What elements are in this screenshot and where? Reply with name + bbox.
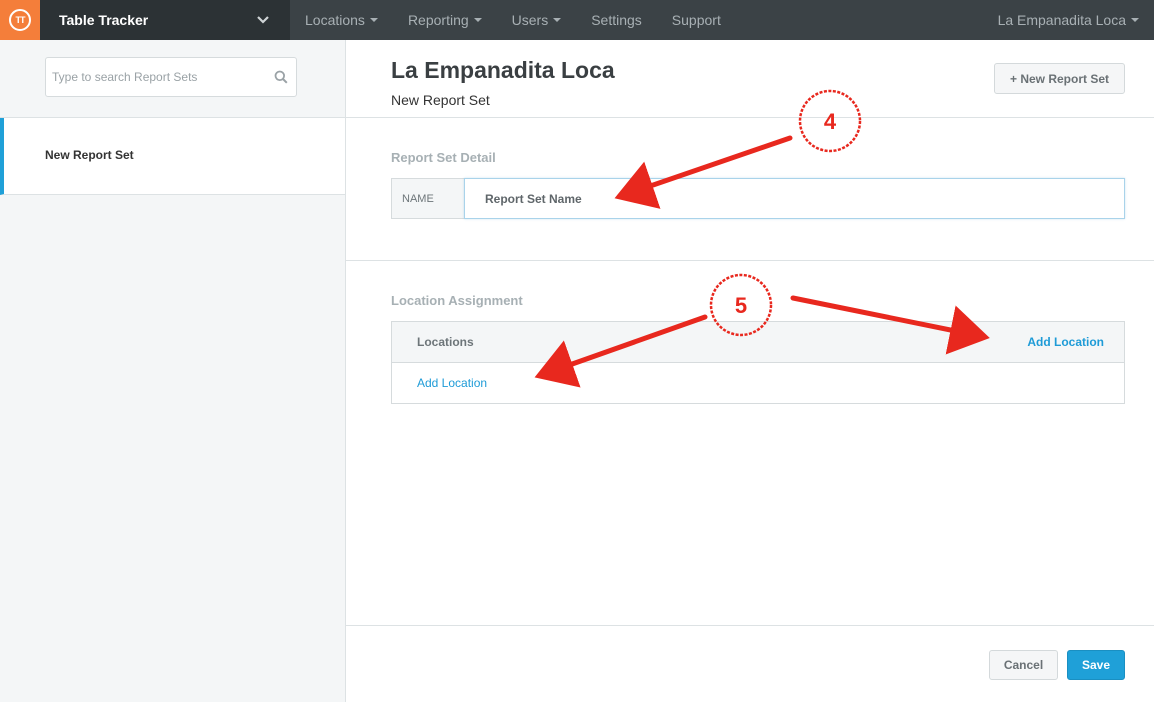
caret-down-icon <box>1131 18 1139 22</box>
caret-down-icon <box>369 18 378 22</box>
account-menu[interactable]: La Empanadita Loca <box>998 0 1139 40</box>
report-set-detail-heading: Report Set Detail <box>391 150 496 165</box>
search-icon[interactable] <box>274 70 288 84</box>
sidebar-item-new-report-set[interactable]: New Report Set <box>0 118 345 195</box>
top-navbar: TT Table Tracker Locations Reporting Use… <box>0 0 1154 40</box>
nav-locations[interactable]: Locations <box>305 12 378 28</box>
nav-users-label: Users <box>511 12 549 28</box>
nav-support[interactable]: Support <box>672 12 721 28</box>
add-location-link[interactable]: Add Location <box>417 376 487 390</box>
new-report-set-button[interactable]: + New Report Set <box>994 63 1125 94</box>
app-switcher[interactable]: Table Tracker <box>40 0 290 40</box>
search-input[interactable] <box>46 58 266 96</box>
nav-users[interactable]: Users <box>512 12 562 28</box>
divider <box>346 260 1154 261</box>
nav-locations-label: Locations <box>305 12 365 28</box>
name-label: NAME <box>391 178 464 219</box>
footer-divider <box>346 625 1154 626</box>
nav-reporting-label: Reporting <box>407 12 469 28</box>
sidebar: New Report Set <box>0 40 346 702</box>
search-box <box>45 57 297 97</box>
save-button[interactable]: Save <box>1067 650 1125 680</box>
page-subtitle: New Report Set <box>391 92 490 108</box>
nav-settings-label: Settings <box>591 12 642 28</box>
app-title: Table Tracker <box>59 12 149 28</box>
account-label: La Empanadita Loca <box>997 12 1126 28</box>
caret-down-icon <box>473 18 482 22</box>
divider <box>346 117 1154 118</box>
chevron-down-icon <box>257 16 269 24</box>
cancel-button[interactable]: Cancel <box>989 650 1058 680</box>
app-logo[interactable]: TT <box>0 0 40 40</box>
sidebar-item-label: New Report Set <box>45 148 134 162</box>
nav-support-label: Support <box>671 12 721 28</box>
report-set-name-input[interactable] <box>464 178 1125 219</box>
nav-settings[interactable]: Settings <box>591 12 642 28</box>
caret-down-icon <box>553 18 562 22</box>
name-field-row: NAME <box>391 178 1125 219</box>
nav-reporting[interactable]: Reporting <box>408 12 482 28</box>
logo-icon: TT <box>9 9 31 31</box>
main-nav: Locations Reporting Users Settings Suppo… <box>305 0 751 40</box>
page-title: La Empanadita Loca <box>391 57 615 83</box>
location-assignment-heading: Location Assignment <box>391 293 523 308</box>
add-location-header-link[interactable]: Add Location <box>1027 335 1104 349</box>
main-panel: La Empanadita Loca New Report Set + New … <box>346 40 1154 702</box>
locations-table-header: Locations Add Location <box>392 322 1124 363</box>
locations-column-header: Locations <box>417 335 474 349</box>
locations-table: Locations Add Location Add Location <box>391 321 1125 404</box>
